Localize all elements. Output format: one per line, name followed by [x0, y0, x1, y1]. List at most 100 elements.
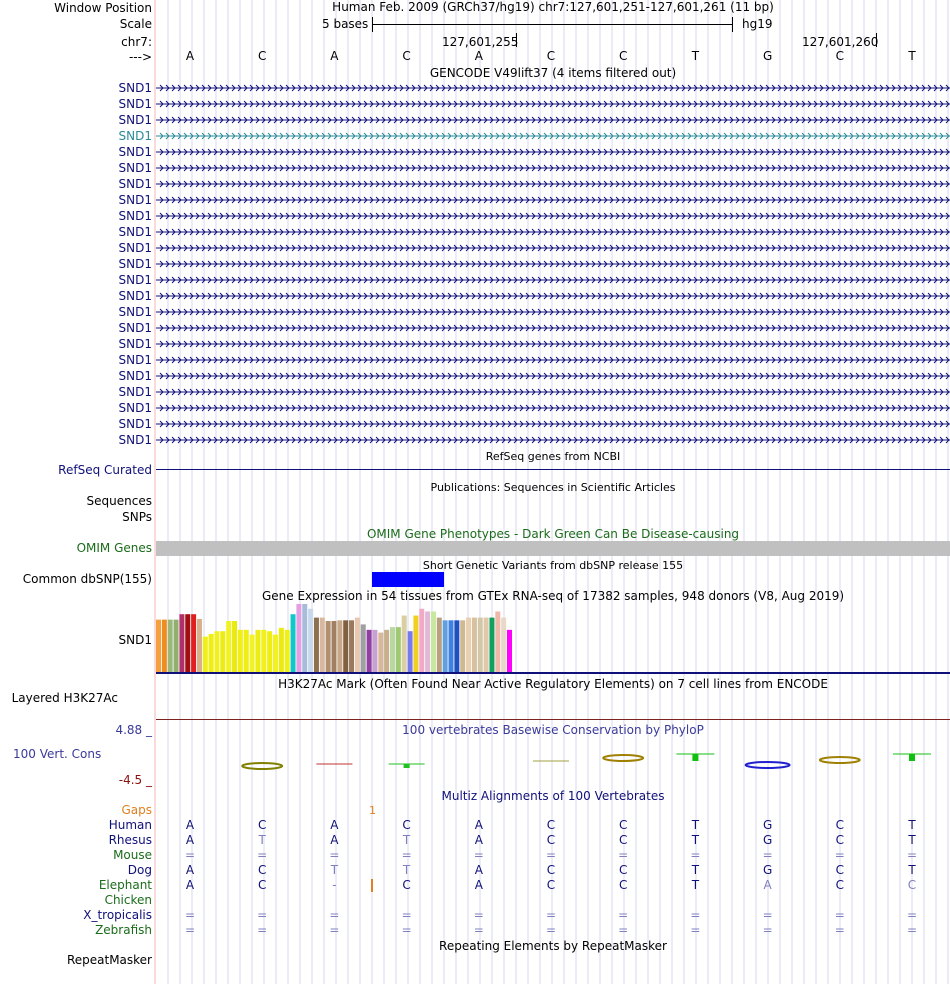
gencode-transcript-row[interactable]: SND1 — [0, 304, 950, 320]
gencode-gene-label[interactable]: SND1 — [0, 176, 152, 192]
transcript-line[interactable] — [156, 432, 950, 448]
transcript-line[interactable] — [156, 416, 950, 432]
gencode-transcript-row[interactable]: SND1 — [0, 272, 950, 288]
gencode-gene-label[interactable]: SND1 — [0, 112, 152, 128]
multiz-species-row[interactable]: X_tropicalis = = = = = = = = = = = — [0, 908, 950, 923]
gencode-gene-label[interactable]: SND1 — [0, 432, 152, 448]
snps-label[interactable]: SNPs — [0, 510, 152, 525]
gencode-transcript-row[interactable]: SND1 — [0, 432, 950, 448]
gencode-transcript-row[interactable]: SND1 — [0, 320, 950, 336]
gencode-gene-label[interactable]: SND1 — [0, 384, 152, 400]
dbsnp-variant[interactable] — [372, 572, 444, 587]
gencode-transcript-row[interactable]: SND1 — [0, 336, 950, 352]
transcript-line[interactable] — [156, 128, 950, 144]
phylop-track[interactable] — [156, 740, 950, 780]
multiz-species-row[interactable]: Rhesus A T A T A C C T G C T — [0, 833, 950, 848]
gencode-transcript-row[interactable]: SND1 — [0, 112, 950, 128]
species-label[interactable]: Elephant — [0, 878, 152, 893]
gencode-gene-label[interactable]: SND1 — [0, 144, 152, 160]
gencode-transcript-row[interactable]: SND1 — [0, 288, 950, 304]
transcript-line[interactable] — [156, 144, 950, 160]
gencode-transcript-row[interactable]: SND1 — [0, 384, 950, 400]
gencode-transcript-row[interactable]: SND1 — [0, 368, 950, 384]
species-label[interactable]: Chicken — [0, 893, 152, 908]
gencode-transcript-row[interactable]: SND1 — [0, 208, 950, 224]
transcript-line[interactable] — [156, 240, 950, 256]
gencode-transcript-row[interactable]: SND1 — [0, 240, 950, 256]
omim-feature-bar[interactable] — [156, 541, 950, 556]
transcript-line[interactable] — [156, 224, 950, 240]
gencode-transcript-row[interactable]: SND1 — [0, 96, 950, 112]
transcript-line[interactable] — [156, 176, 950, 192]
gencode-gene-label[interactable]: SND1 — [0, 400, 152, 416]
gencode-gene-label[interactable]: SND1 — [0, 288, 152, 304]
transcript-line[interactable] — [156, 352, 950, 368]
gencode-transcript-row[interactable]: SND1 — [0, 400, 950, 416]
dbsnp-label[interactable]: Common dbSNP(155) — [0, 572, 152, 587]
gencode-gene-label[interactable]: SND1 — [0, 256, 152, 272]
gencode-gene-label[interactable]: SND1 — [0, 96, 152, 112]
gencode-gene-label[interactable]: SND1 — [0, 336, 152, 352]
gencode-transcript-row[interactable]: SND1 — [0, 128, 950, 144]
gencode-gene-label[interactable]: SND1 — [0, 272, 152, 288]
multiz-species-row[interactable]: Dog A C T T A C C T G C T — [0, 863, 950, 878]
gencode-transcript-row[interactable]: SND1 — [0, 256, 950, 272]
gencode-transcript-row[interactable]: SND1 — [0, 352, 950, 368]
multiz-species-row[interactable]: Chicken — [0, 893, 950, 908]
gtex-tissue-bar — [167, 619, 173, 672]
h3k27ac-label[interactable]: Layered H3K27Ac — [0, 691, 118, 706]
transcript-line[interactable] — [156, 336, 950, 352]
gencode-transcript-row[interactable]: SND1 — [0, 192, 950, 208]
transcript-line[interactable] — [156, 368, 950, 384]
gencode-gene-label[interactable]: SND1 — [0, 368, 152, 384]
transcript-line[interactable] — [156, 400, 950, 416]
gencode-transcript-row[interactable]: SND1 — [0, 224, 950, 240]
multiz-species-row[interactable]: Mouse = = = = = = = = = = = — [0, 848, 950, 863]
transcript-line[interactable] — [156, 304, 950, 320]
species-label[interactable]: Dog — [0, 863, 152, 878]
gencode-transcript-row[interactable]: SND1 — [0, 416, 950, 432]
gencode-gene-label[interactable]: SND1 — [0, 224, 152, 240]
species-label[interactable]: Mouse — [0, 848, 152, 863]
genome-browser-image[interactable]: Window Position Scale chr7: ---> Human F… — [0, 0, 950, 984]
gencode-gene-label[interactable]: SND1 — [0, 208, 152, 224]
species-label[interactable]: Zebrafish — [0, 923, 152, 938]
multiz-species-row[interactable]: Elephant A C - C A C C T A C C — [0, 878, 950, 893]
refseq-label[interactable]: RefSeq Curated — [0, 463, 152, 478]
species-label[interactable]: X_tropicalis — [0, 908, 152, 923]
gencode-gene-label[interactable]: SND1 — [0, 192, 152, 208]
phylop-label[interactable]: 100 Vert. Cons — [13, 747, 101, 762]
multiz-species-row[interactable]: Zebrafish = = = = = = = = = = = — [0, 923, 950, 938]
transcript-line[interactable] — [156, 160, 950, 176]
transcript-line[interactable] — [156, 320, 950, 336]
gencode-gene-label[interactable]: SND1 — [0, 160, 152, 176]
gencode-gene-label[interactable]: SND1 — [0, 416, 152, 432]
gencode-gene-label[interactable]: SND1 — [0, 80, 152, 96]
transcript-line[interactable] — [156, 208, 950, 224]
multiz-species-row[interactable]: Human A C A C A C C T G C T — [0, 818, 950, 833]
transcript-line[interactable] — [156, 288, 950, 304]
transcript-line[interactable] — [156, 96, 950, 112]
gencode-transcript-row[interactable]: SND1 — [0, 144, 950, 160]
transcript-line[interactable] — [156, 112, 950, 128]
sequences-label[interactable]: Sequences — [0, 494, 152, 509]
gencode-gene-label[interactable]: SND1 — [0, 304, 152, 320]
gencode-gene-label[interactable]: SND1 — [0, 320, 152, 336]
transcript-line[interactable] — [156, 272, 950, 288]
gencode-gene-label[interactable]: SND1 — [0, 128, 152, 144]
omim-label[interactable]: OMIM Genes — [0, 541, 152, 556]
repeatmasker-label[interactable]: RepeatMasker — [0, 953, 152, 968]
transcript-line[interactable] — [156, 192, 950, 208]
species-label[interactable]: Human — [0, 818, 152, 833]
gencode-transcript-row[interactable]: SND1 — [0, 80, 950, 96]
species-label[interactable]: Rhesus — [0, 833, 152, 848]
gencode-gene-label[interactable]: SND1 — [0, 240, 152, 256]
gtex-bar-chart[interactable] — [156, 602, 556, 672]
gencode-gene-label[interactable]: SND1 — [0, 352, 152, 368]
gencode-transcript-row[interactable]: SND1 — [0, 160, 950, 176]
transcript-line[interactable] — [156, 256, 950, 272]
transcript-line[interactable] — [156, 80, 950, 96]
gencode-transcript-row[interactable]: SND1 — [0, 176, 950, 192]
transcript-line[interactable] — [156, 384, 950, 400]
gtex-gene-label[interactable]: SND1 — [0, 633, 152, 648]
